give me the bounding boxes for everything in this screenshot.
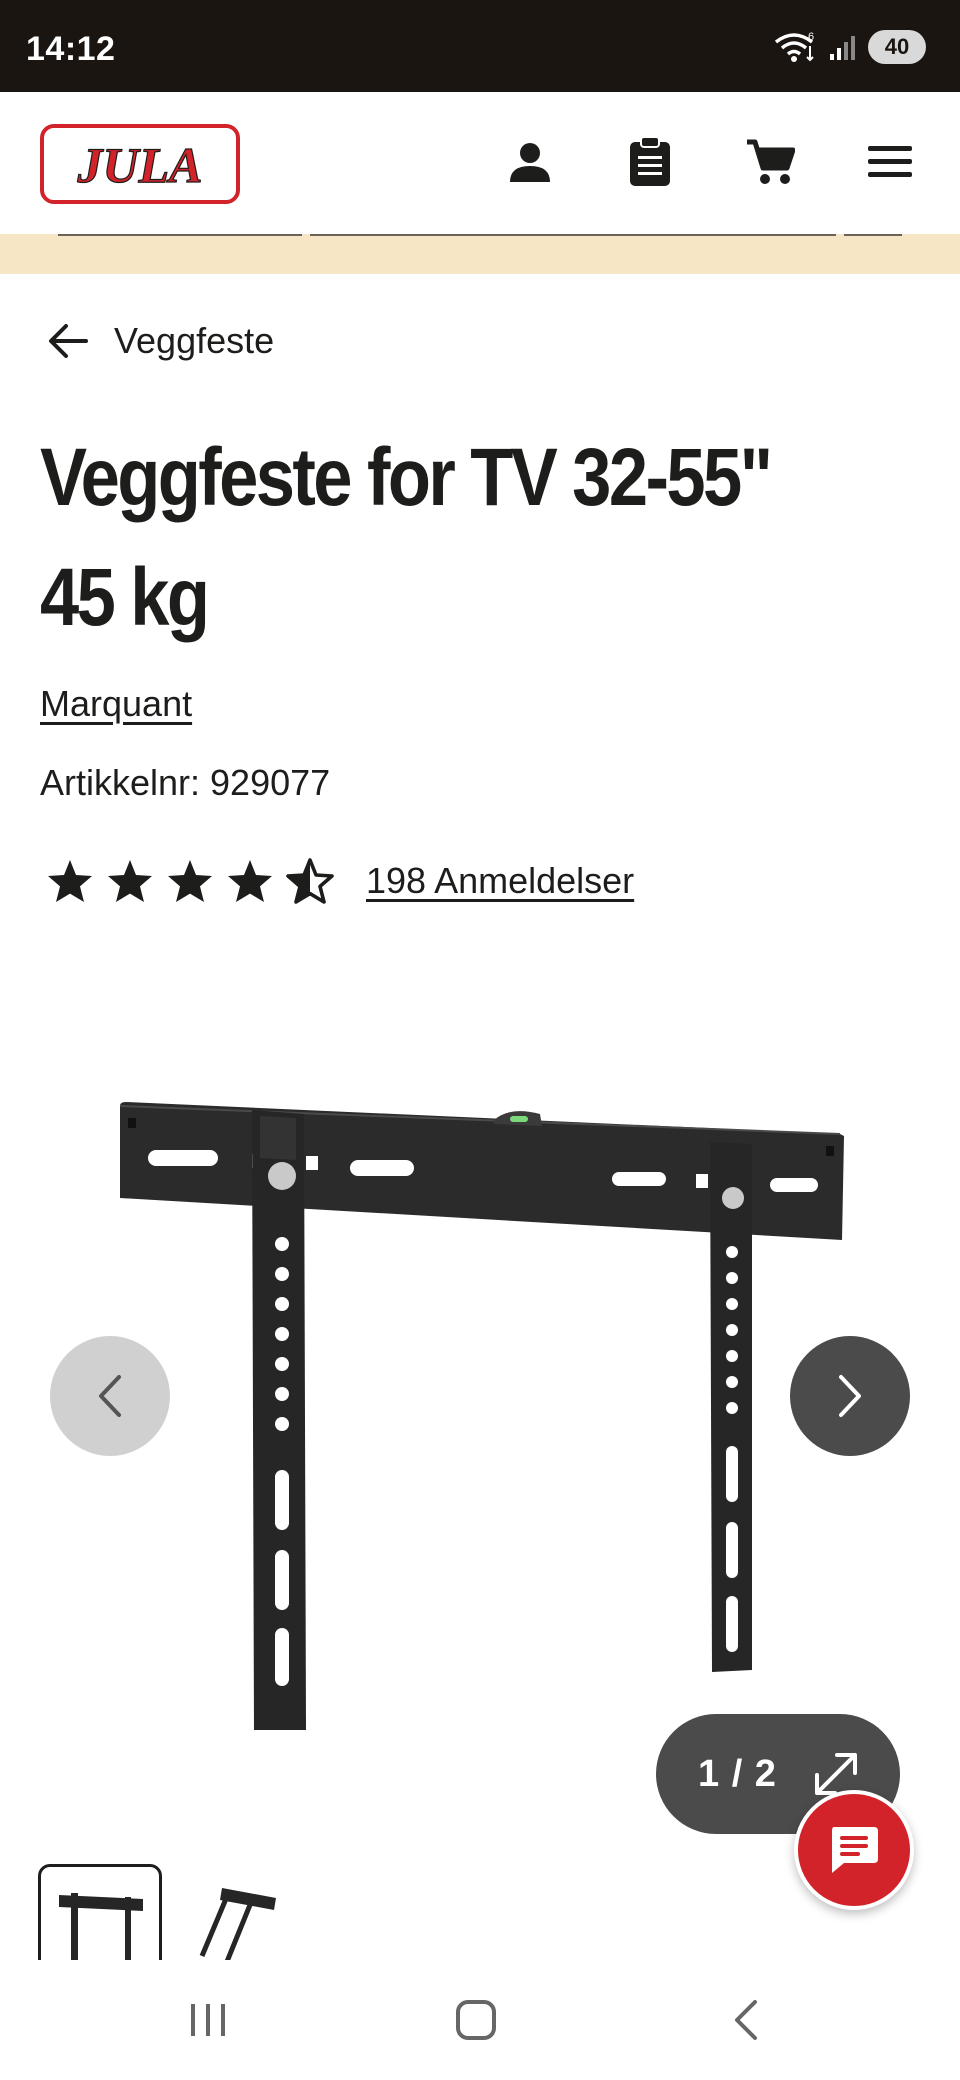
product-gallery: 1 / 2 (0, 960, 960, 1910)
wifi-icon: 6 (774, 31, 814, 62)
article-number: Artikkelnr: 929077 (40, 762, 331, 803)
home-icon (456, 2000, 496, 2040)
reviews-link[interactable]: 198 Anmeldelser (366, 860, 634, 902)
recent-apps-icon (191, 2004, 225, 2036)
product-title-line1: Veggfeste for TV 32-55" (40, 432, 773, 523)
star-icon (108, 860, 152, 902)
menu-icon[interactable] (860, 132, 920, 192)
chevron-left-icon (99, 1375, 121, 1417)
gallery-thumbnails (38, 1864, 438, 1960)
logo-text: JULA (77, 137, 203, 193)
thumbnail-1[interactable] (38, 1864, 162, 1960)
thumbnail-2[interactable] (182, 1864, 306, 1960)
star-icon (168, 860, 212, 902)
chat-icon (832, 1827, 878, 1873)
back-button[interactable] (706, 1990, 786, 2050)
arrow-left-icon[interactable] (48, 323, 88, 359)
jula-logo[interactable]: JULA (40, 124, 240, 204)
gallery-counter: 1 / 2 (698, 1752, 777, 1795)
chat-button[interactable] (794, 1790, 914, 1910)
home-button[interactable] (436, 1990, 516, 2050)
chevron-right-icon (839, 1375, 861, 1417)
system-navigation-bar (0, 1960, 960, 2080)
rating: 198 Anmeldelser (46, 858, 634, 904)
product-image-tv-wall-mount[interactable] (110, 1030, 850, 1730)
site-header: JULA (0, 92, 960, 234)
user-icon[interactable] (500, 132, 560, 192)
star-rating (46, 858, 334, 904)
product-title-line2: 45 kg (40, 552, 210, 643)
breadcrumb-category[interactable]: Veggfeste (114, 320, 274, 362)
product-title: Veggfeste for TV 32-55" 45 kg (40, 418, 780, 658)
clipboard-icon[interactable] (620, 132, 680, 192)
star-icon (48, 860, 92, 902)
brand-link[interactable]: Marquant (40, 683, 192, 725)
signal-icon (830, 36, 855, 60)
gallery-next-button[interactable] (790, 1336, 910, 1456)
status-bar: 14:12 6 40 (0, 0, 960, 92)
star-icon (228, 860, 272, 902)
cart-icon[interactable] (740, 132, 800, 192)
recent-apps-button[interactable] (168, 1990, 248, 2050)
half-star-icon (286, 858, 334, 904)
gallery-prev-button[interactable] (50, 1336, 170, 1456)
battery-icon: 40 (868, 30, 926, 64)
status-time: 14:12 (26, 30, 116, 68)
status-system-icons: 6 40 (774, 30, 926, 64)
breadcrumb[interactable]: Veggfeste (48, 320, 274, 362)
svg-text:6: 6 (808, 31, 814, 43)
back-icon (735, 2000, 757, 2040)
promo-strip (0, 234, 960, 274)
